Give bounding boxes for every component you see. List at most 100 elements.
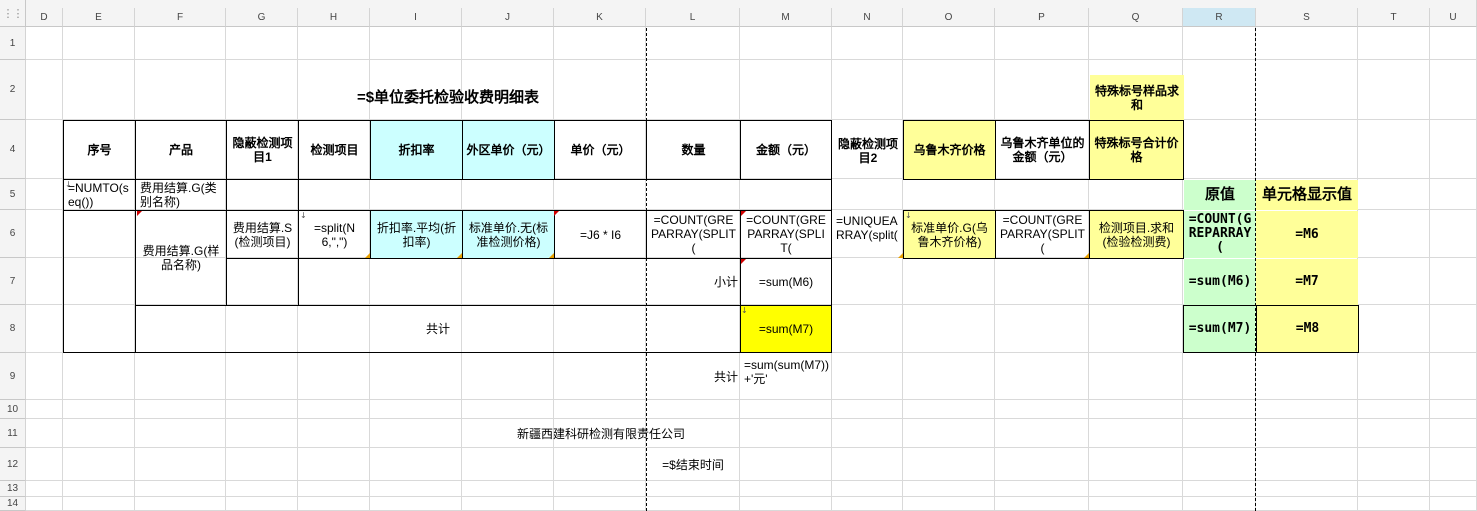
column-header-s[interactable]: S: [1256, 8, 1358, 27]
select-all-corner[interactable]: ⋮⋮: [0, 0, 26, 27]
cell-m9-formula[interactable]: =sum(sum(M7))+'元': [740, 356, 832, 400]
cell-i6-discount[interactable]: 折扣率.平均(折扣率): [370, 210, 463, 259]
cell-g5[interactable]: [226, 179, 299, 211]
column-header-k[interactable]: K: [554, 8, 646, 27]
company-name[interactable]: 新疆西建科研检测有限责任公司: [462, 419, 740, 448]
cell-p6-count[interactable]: =COUNT(GREPARRAY(SPLIT(: [995, 210, 1090, 259]
grid-column-line: [1429, 27, 1430, 511]
warning-indicator-icon: [1084, 253, 1089, 258]
cell-e5-numto[interactable]: =NUMTO(seq()): [63, 179, 136, 211]
row-header-10[interactable]: 10: [0, 400, 26, 419]
comment-indicator-icon: [137, 211, 142, 216]
cell-g7[interactable]: [226, 258, 299, 306]
column-header-i[interactable]: I: [370, 8, 462, 27]
header-outer-unit-price[interactable]: 外区单价（元）: [462, 120, 555, 180]
row-header-11[interactable]: 11: [0, 419, 26, 448]
cell-f5-category[interactable]: 费用结算.G(类别名称): [135, 179, 227, 211]
side-s6-display[interactable]: =M6: [1256, 211, 1358, 258]
column-header-f[interactable]: F: [135, 8, 226, 27]
row-header-1[interactable]: 1: [0, 27, 26, 60]
column-header-l[interactable]: L: [646, 8, 740, 27]
row-header-5[interactable]: 5: [0, 179, 26, 210]
grid-column-line: [994, 27, 995, 511]
row-header-13[interactable]: 13: [0, 481, 26, 497]
spreadsheet-sheet[interactable]: ⋮⋮ DEFGHIJKLMNOPQRSTU 1 2 4 5 6 7 8 9 10 11 12 13 14…: [0, 0, 1477, 511]
column-header-j[interactable]: J: [462, 8, 554, 27]
column-header-d[interactable]: D: [26, 8, 63, 27]
cell-k6-formula[interactable]: =J6 * I6: [554, 210, 647, 259]
cell-j6-standard-price[interactable]: 标准单价.无(标准检测价格): [462, 210, 555, 259]
column-header-h[interactable]: H: [298, 8, 370, 27]
grid-column-line: [1088, 27, 1089, 511]
column-header-n[interactable]: N: [832, 8, 903, 27]
warning-indicator-icon: [549, 253, 554, 258]
sheet-title[interactable]: =$单位委托检验收费明细表: [64, 75, 832, 121]
header-quantity[interactable]: 数量: [646, 120, 741, 180]
side-r7-original[interactable]: =sum(M6): [1184, 259, 1256, 305]
warning-indicator-icon: [365, 253, 370, 258]
row-header-7[interactable]: 7: [0, 258, 26, 305]
column-header-m[interactable]: M: [740, 8, 832, 27]
header-urumqi-amount[interactable]: 乌鲁木齐单位的金额（元）: [995, 120, 1090, 180]
header-special-total[interactable]: 特殊标号合计价格: [1089, 120, 1184, 180]
cell-l9-total-label[interactable]: 共计: [646, 354, 740, 400]
side-s7-display[interactable]: =M7: [1256, 259, 1358, 305]
column-header-u[interactable]: U: [1430, 8, 1477, 27]
header-unit-price[interactable]: 单价（元）: [554, 120, 647, 180]
header-hidden-item-1[interactable]: 隐蔽检测项目1: [226, 120, 299, 180]
comment-indicator-icon: [554, 211, 559, 216]
row-header-14[interactable]: 14: [0, 497, 26, 511]
header-product[interactable]: 产品: [135, 120, 227, 180]
end-time-field[interactable]: =$结束时间: [646, 448, 740, 481]
cell-q6-special-sum[interactable]: 检测项目.求和(检验检测费): [1089, 210, 1184, 259]
side-display-title[interactable]: 单元格显示值: [1256, 180, 1358, 210]
column-header-p[interactable]: P: [995, 8, 1089, 27]
column-header-o[interactable]: O: [903, 8, 995, 27]
side-original-title[interactable]: 原值: [1184, 180, 1256, 210]
cell-n6-uniquearray[interactable]: =UNIQUEARRAY(split(: [832, 212, 904, 259]
row-header-9[interactable]: 9: [0, 353, 26, 400]
row-header-12[interactable]: 12: [0, 448, 26, 481]
expand-down-icon: ↓: [905, 211, 912, 220]
cell-m7-sum[interactable]: =sum(M6): [740, 258, 832, 306]
cell-g6-hidden-item[interactable]: 费用结算.S(检测项目): [226, 210, 299, 259]
side-s8-display[interactable]: =M8: [1256, 305, 1359, 353]
warning-indicator-icon: [898, 253, 903, 258]
header-seq[interactable]: 序号: [63, 120, 136, 180]
cell-h6-split[interactable]: =split(N6,","): [298, 210, 371, 259]
cell-e6-merged[interactable]: [63, 210, 136, 353]
cell-m6-count[interactable]: =COUNT(GREPARRAY(SPLIT(: [740, 210, 832, 259]
grid-row-line: [26, 496, 1477, 497]
column-header-g[interactable]: G: [226, 8, 298, 27]
cell-total-label[interactable]: 共计: [135, 305, 741, 353]
column-header-q[interactable]: Q: [1089, 8, 1183, 27]
page-break-line: [1255, 28, 1256, 511]
expand-down-icon: ↓: [741, 306, 748, 315]
header-amount[interactable]: 金额（元）: [740, 120, 832, 180]
warning-indicator-icon: [457, 253, 462, 258]
cell-m8-sum[interactable]: =sum(M7): [740, 305, 832, 353]
cell-subtotal-label[interactable]: 小计: [298, 258, 741, 306]
column-header-r[interactable]: R: [1183, 8, 1256, 27]
cell-o6-urumqi-price[interactable]: 标准单价.G(乌鲁木齐价格): [903, 210, 996, 259]
cell-h5-merged[interactable]: [298, 179, 832, 211]
header-test-item[interactable]: 检测项目: [298, 120, 371, 180]
cell-l6-count[interactable]: =COUNT(GREPARRAY(SPLIT(: [646, 210, 741, 259]
cell-f6-product[interactable]: 费用结算.G(样品名称): [135, 210, 227, 306]
grid-row-line: [26, 480, 1477, 481]
row-header-8[interactable]: 8: [0, 305, 26, 353]
page-break-line: [646, 28, 647, 511]
side-r8-original[interactable]: =sum(M7): [1183, 305, 1257, 353]
column-header-t[interactable]: T: [1358, 8, 1430, 27]
row-header-4[interactable]: 4: [0, 120, 26, 179]
side-r6-original[interactable]: =COUNT(GREPARRAY(: [1184, 211, 1256, 258]
row-header-2[interactable]: 2: [0, 60, 26, 120]
row-header-6[interactable]: 6: [0, 210, 26, 258]
header-discount-rate[interactable]: 折扣率: [370, 120, 463, 180]
grid-row-line: [26, 59, 1477, 60]
special-sum-title[interactable]: 特殊标号样品求和: [1090, 75, 1184, 121]
column-header-e[interactable]: E: [63, 8, 135, 27]
grid-row-line: [26, 418, 1477, 419]
header-hidden-item-2[interactable]: 隐蔽检测项目2: [832, 122, 904, 180]
header-urumqi-price[interactable]: 乌鲁木齐价格: [903, 120, 996, 180]
